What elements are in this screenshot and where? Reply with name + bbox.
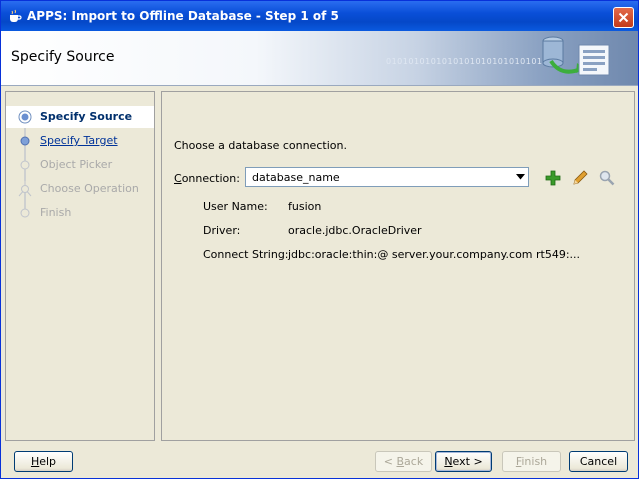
driver-label: Driver: xyxy=(203,224,241,237)
window-title: APPS: Import to Offline Database - Step … xyxy=(27,9,339,23)
add-connection-icon[interactable] xyxy=(544,169,562,187)
user-name-label: User Name: xyxy=(203,200,268,213)
search-icon[interactable] xyxy=(598,169,616,187)
edit-connection-icon[interactable] xyxy=(571,169,589,187)
next-button[interactable]: Next > xyxy=(435,451,492,472)
nav-step-label: Specify Source xyxy=(40,110,133,123)
header-banner: Specify Source 0101010101010101010101010… xyxy=(1,31,638,86)
driver-value: oracle.jdbc.OracleDriver xyxy=(288,224,422,237)
help-button[interactable]: Help xyxy=(14,451,73,472)
close-icon xyxy=(618,12,629,23)
banner-binary-decoration: 0101010101010101010101010101 xyxy=(386,57,543,66)
step-icon xyxy=(20,160,30,170)
branch-step-icon xyxy=(18,181,32,197)
nav-step-object-picker: Object Picker xyxy=(6,154,154,176)
wizard-steps-panel: Specify Source Specify Target Object Pic… xyxy=(5,91,155,441)
nav-step-label: Specify Target xyxy=(40,134,118,147)
database-transfer-icon xyxy=(542,36,610,76)
title-bar[interactable]: APPS: Import to Offline Database - Step … xyxy=(1,1,638,31)
connect-string-label: Connect String: xyxy=(203,248,289,261)
connection-selected-value: database_name xyxy=(252,171,340,184)
wizard-window: APPS: Import to Offline Database - Step … xyxy=(0,0,639,479)
step-icon xyxy=(20,208,30,218)
connection-dropdown[interactable]: database_name xyxy=(245,167,529,187)
close-button[interactable] xyxy=(613,7,634,28)
current-step-icon xyxy=(18,110,32,124)
nav-step-specify-source[interactable]: Specify Source xyxy=(6,106,154,128)
page-title: Specify Source xyxy=(11,49,115,65)
nav-step-choose-operation: Choose Operation xyxy=(6,178,154,200)
nav-step-label: Choose Operation xyxy=(40,182,139,195)
content-panel: Choose a database connection. Connection… xyxy=(161,91,635,441)
step-icon xyxy=(20,136,30,146)
nav-step-finish: Finish xyxy=(6,202,154,224)
back-button[interactable]: < Back xyxy=(375,451,432,472)
instruction-text: Choose a database connection. xyxy=(174,139,347,152)
nav-step-label: Object Picker xyxy=(40,158,113,171)
connect-string-value: jdbc:oracle:thin:@ server.your.company.c… xyxy=(288,248,581,261)
nav-step-label: Finish xyxy=(40,206,72,219)
nav-step-specify-target[interactable]: Specify Target xyxy=(6,130,154,152)
finish-button[interactable]: Finish xyxy=(502,451,561,472)
chevron-down-icon xyxy=(516,174,525,180)
user-name-value: fusion xyxy=(288,200,322,213)
coffee-cup-icon xyxy=(10,9,22,22)
cancel-button[interactable]: Cancel xyxy=(569,451,628,472)
connection-label: Connection: xyxy=(174,172,240,185)
